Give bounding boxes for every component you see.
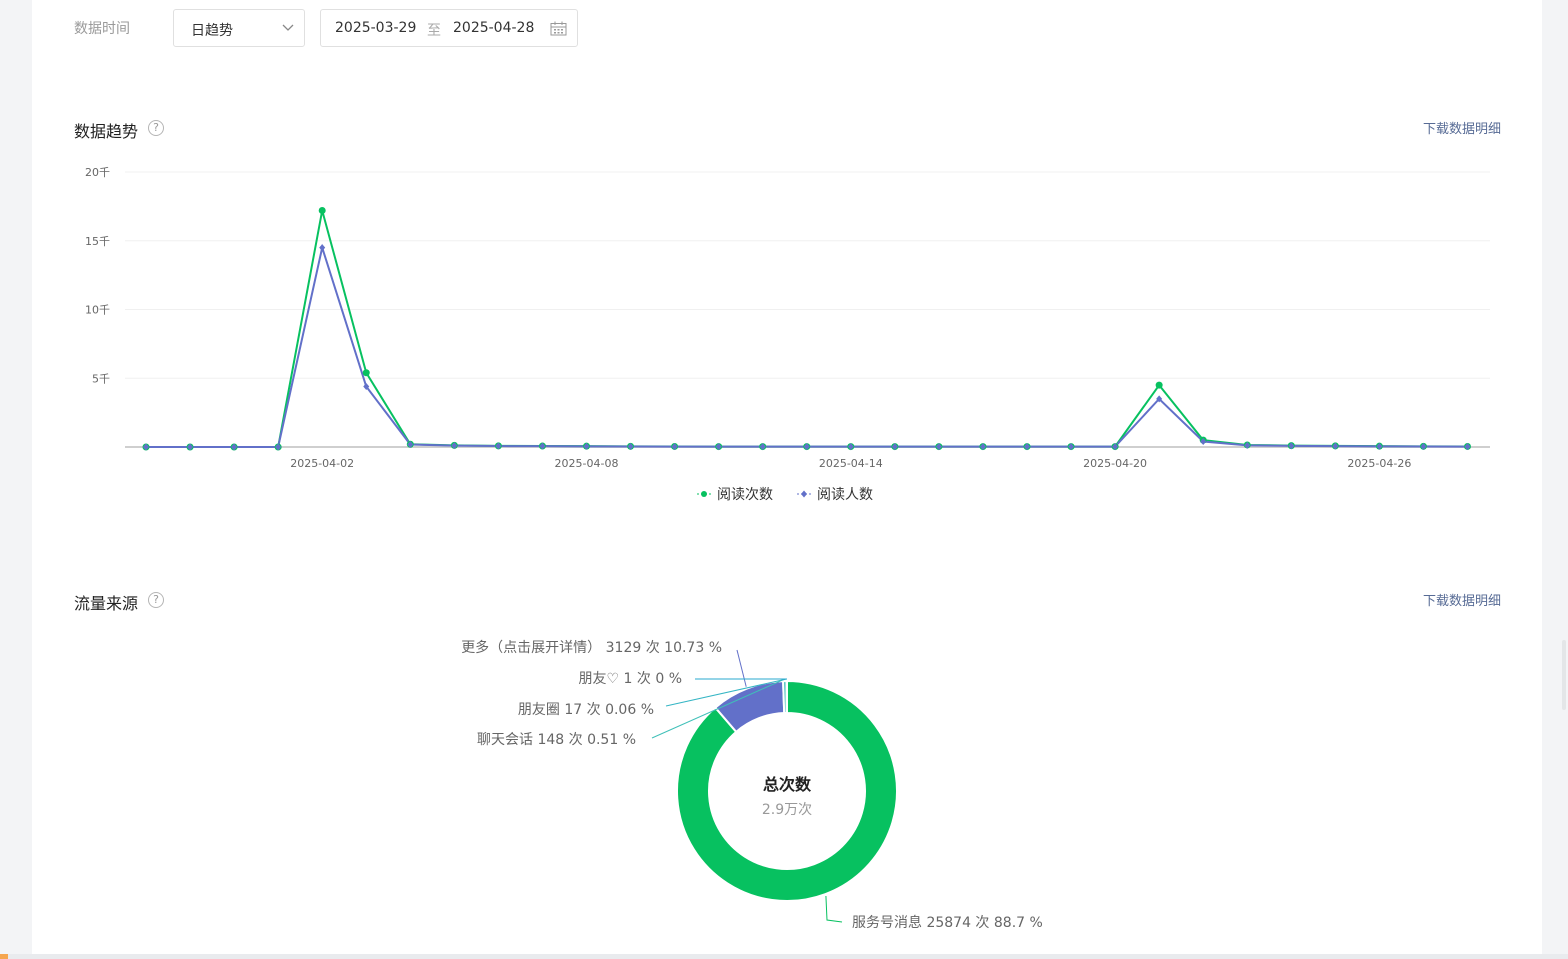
content-panel: 数据时间 日趋势 2025-03-29 至 2025-04-28 数据趋势 ? … <box>32 0 1542 954</box>
date-range-picker[interactable]: 2025-03-29 至 2025-04-28 <box>320 9 578 47</box>
donut-center-value: 2.9万次 <box>762 802 812 818</box>
source-section-title: 流量来源 <box>74 594 139 613</box>
trend-download-link[interactable]: 下载数据明细 <box>1423 118 1501 137</box>
slice-label[interactable]: 更多（点击展开详情） 3129 次 10.73 % <box>461 639 722 656</box>
x-tick-label: 2025-04-20 <box>1083 457 1147 470</box>
trend-mode-select[interactable]: 日趋势 <box>173 9 305 47</box>
data-point <box>318 207 326 214</box>
traffic-source-donut-chart: 服务号消息 25874 次 88.7 % 更多（点击展开详情） 3129 次 10… <box>461 639 1043 931</box>
slice-label: 服务号消息 25874 次 88.7 % <box>852 914 1043 931</box>
series-line <box>146 210 1468 448</box>
y-tick-label: 20千 <box>85 166 110 179</box>
help-icon[interactable]: ? <box>148 592 164 608</box>
calendar-icon[interactable] <box>550 21 567 36</box>
x-tick-label: 2025-04-14 <box>819 457 883 470</box>
filter-label: 数据时间 <box>74 21 130 37</box>
trend-section-title: 数据趋势 <box>74 122 139 141</box>
legend-label: 阅读次数 <box>717 486 773 503</box>
data-point <box>1155 381 1163 389</box>
chevron-down-icon <box>282 24 294 31</box>
legend-label: 阅读人数 <box>817 486 873 503</box>
trend-mode-value: 日趋势 <box>191 23 233 39</box>
date-separator: 至 <box>427 23 441 39</box>
source-download-link[interactable]: 下载数据明细 <box>1423 590 1501 609</box>
slice-label: 朋友圈 17 次 0.06 % <box>518 702 654 718</box>
legend-item[interactable]: 阅读次数 <box>697 486 773 503</box>
bottom-marker <box>0 954 8 959</box>
trend-line-chart: 5千 10千 15千 20千 2025-04-02 2025-04-08 2025-04-1… <box>85 166 1490 503</box>
y-tick-label: 15千 <box>85 235 110 248</box>
legend-marker <box>801 490 807 498</box>
bottom-scrollbar-track[interactable] <box>0 954 1568 959</box>
label-leader-line <box>825 895 843 923</box>
series-line <box>146 243 1468 448</box>
vertical-scrollbar[interactable] <box>1562 640 1566 710</box>
date-start[interactable]: 2025-03-29 <box>335 20 416 36</box>
x-tick-label: 2025-04-08 <box>555 457 619 470</box>
donut-center-title: 总次数 <box>763 775 812 794</box>
data-point <box>362 369 370 377</box>
slice-label: 朋友♡ 1 次 0 % <box>579 671 682 687</box>
y-tick-label: 5千 <box>92 372 110 385</box>
date-end[interactable]: 2025-04-28 <box>453 20 534 36</box>
slice-label: 聊天会话 148 次 0.51 % <box>477 732 636 748</box>
data-point <box>319 244 326 252</box>
x-tick-label: 2025-04-02 <box>290 457 354 470</box>
x-tick-label: 2025-04-26 <box>1347 457 1411 470</box>
y-tick-label: 10千 <box>85 304 110 317</box>
legend-marker <box>701 491 707 497</box>
legend-item[interactable]: 阅读人数 <box>797 486 873 503</box>
label-leader-line <box>736 649 747 687</box>
help-icon[interactable]: ? <box>148 120 164 136</box>
